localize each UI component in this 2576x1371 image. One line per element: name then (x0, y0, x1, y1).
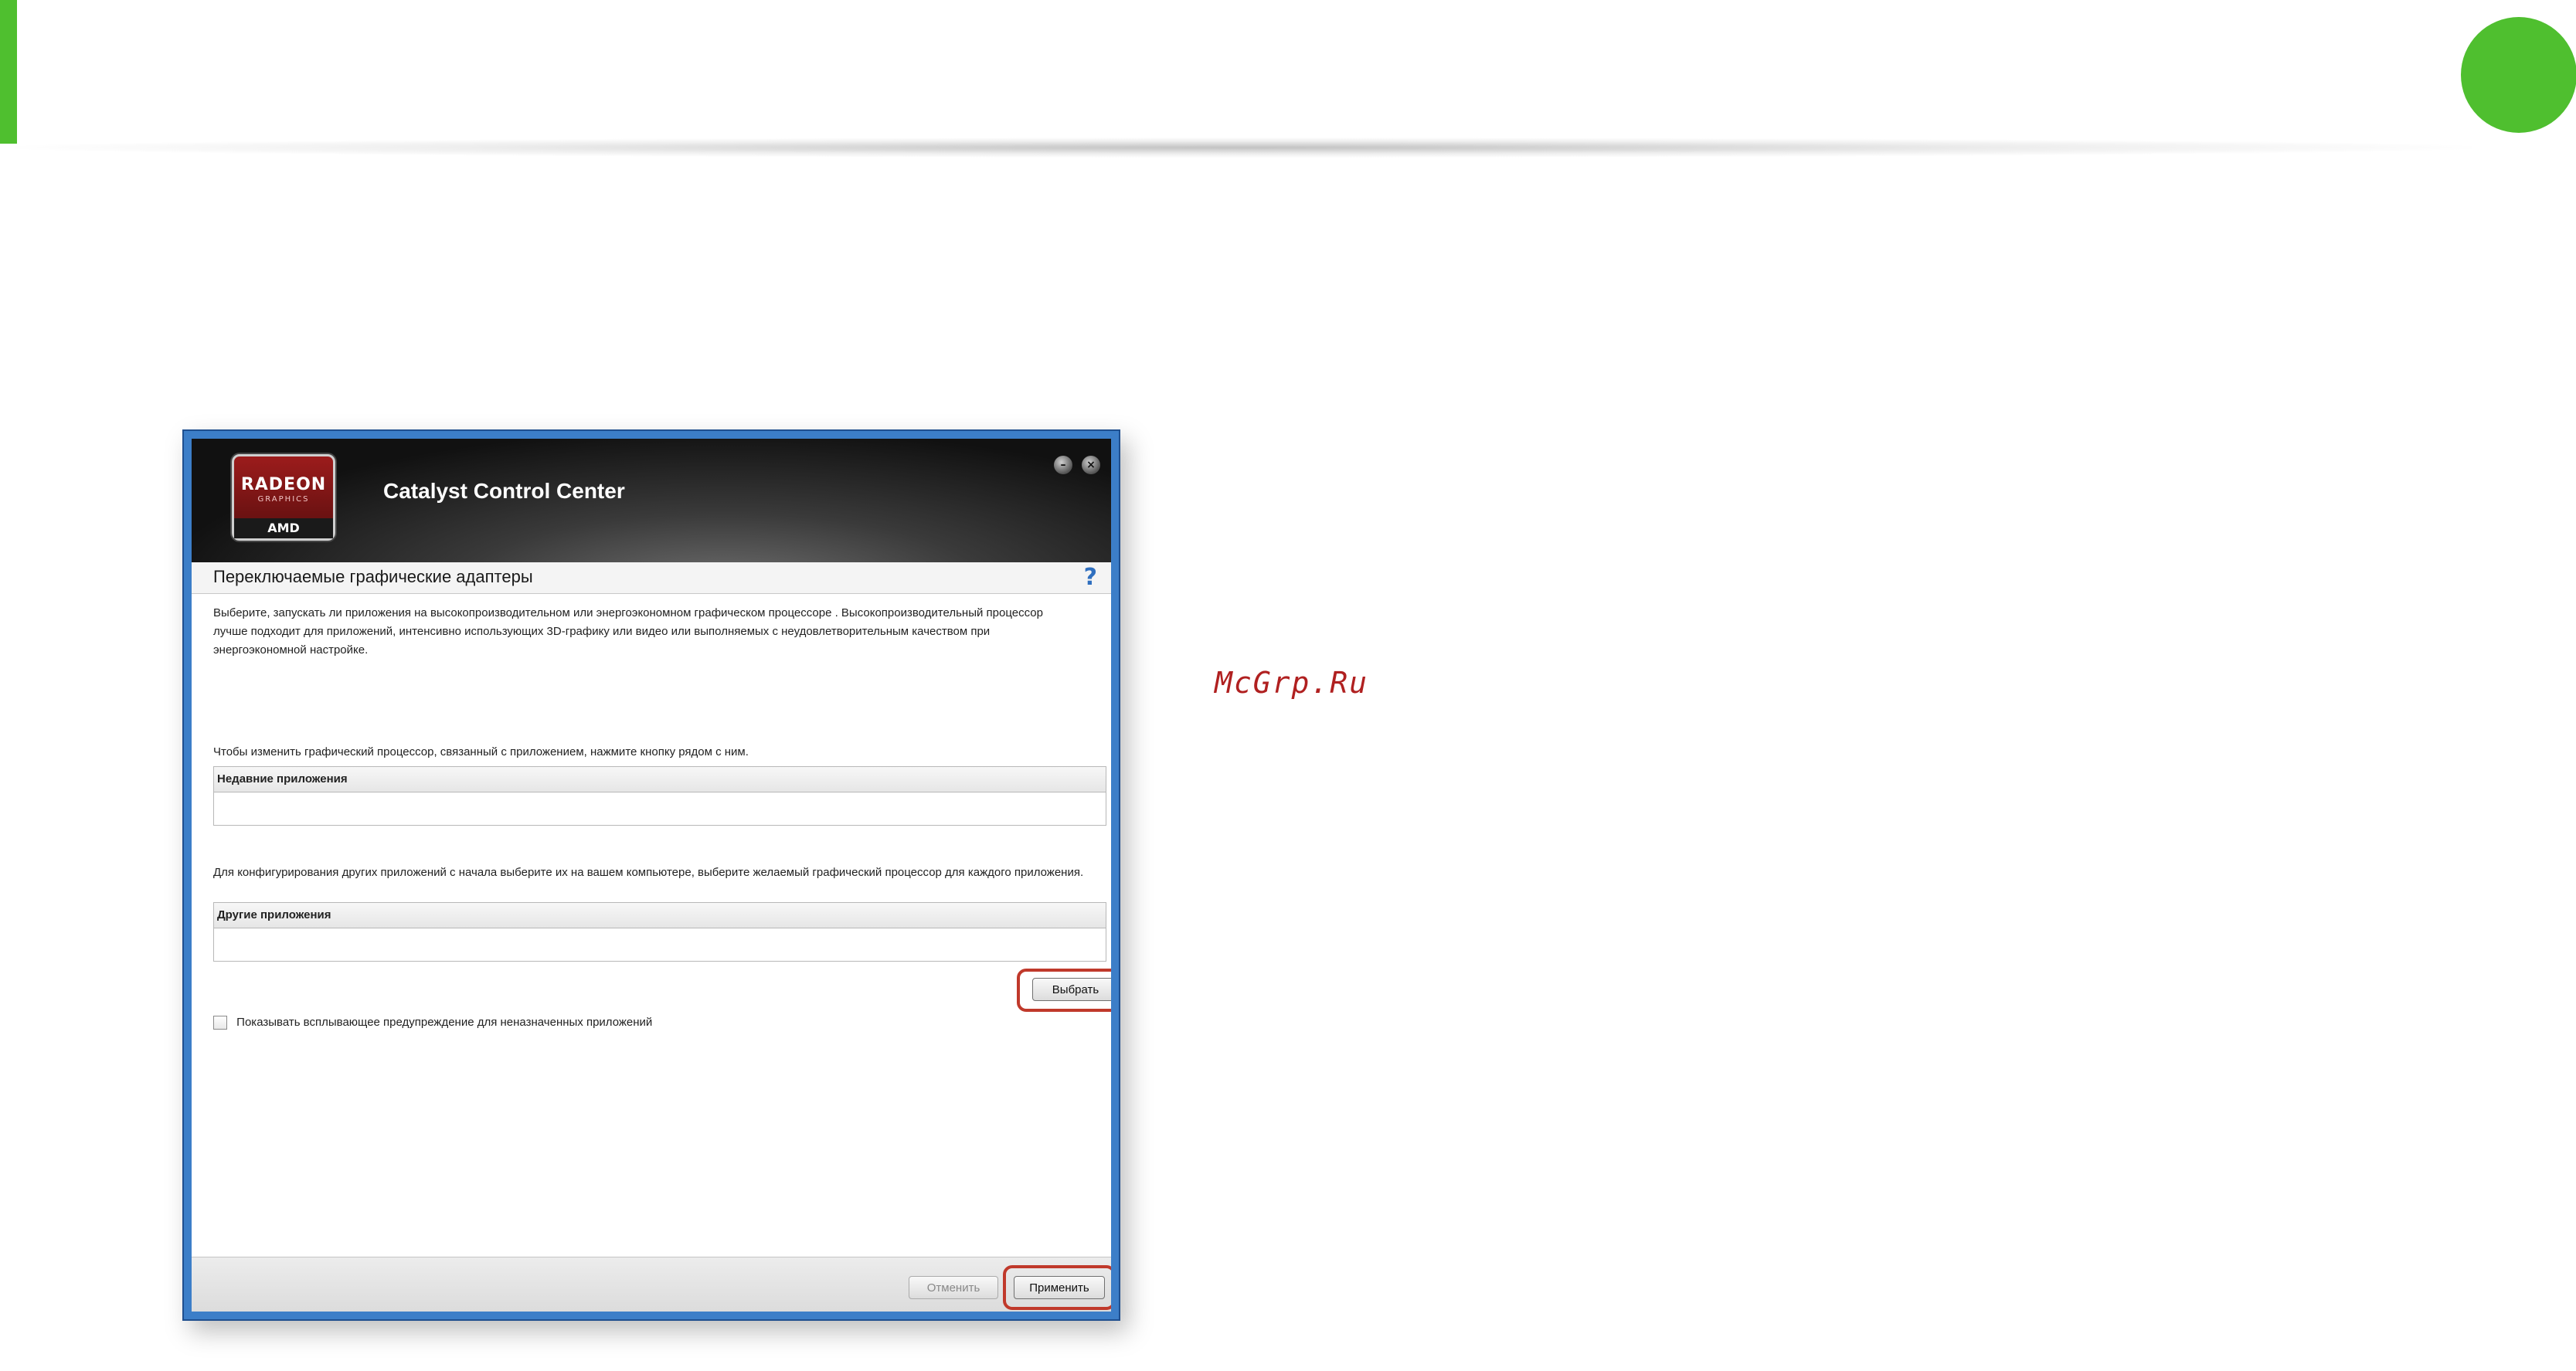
logo-graphics-text: GRAPHICS (257, 495, 310, 504)
other-apps-body[interactable] (214, 928, 1106, 961)
logo-amd-text: AMD (234, 518, 333, 538)
recent-apps-list[interactable]: Недавние приложения (213, 766, 1106, 826)
intro-text: Выберите, запускать ли приложения на выс… (213, 606, 1043, 657)
other-hint-text: Для конфигурирования других приложений с… (213, 866, 1084, 879)
select-button[interactable]: Выбрать (1032, 978, 1111, 1001)
page-header: Переключаемые графические адаптеры ? (192, 562, 1111, 594)
apply-button[interactable]: Применить (1014, 1276, 1105, 1299)
close-button[interactable]: × (1082, 456, 1100, 474)
recent-apps-header: Недавние приложения (214, 767, 1106, 792)
recent-hint-text: Чтобы изменить графический процессор, св… (213, 745, 749, 758)
cancel-button[interactable]: Отменить (909, 1276, 998, 1299)
warning-checkbox-row[interactable]: Показывать всплывающее предупреждение дл… (213, 1013, 652, 1032)
logo-radeon-text: RADEON (240, 475, 327, 494)
other-apps-header: Другие приложения (214, 903, 1106, 928)
app-title: Catalyst Control Center (383, 479, 625, 503)
page-title: Переключаемые графические адаптеры (213, 567, 533, 586)
green-circle-decoration (2461, 17, 2576, 133)
recent-apps-body[interactable] (214, 792, 1106, 825)
window-header: RADEON GRAPHICS AMD Catalyst Control Cen… (192, 439, 1111, 562)
green-accent-bar (0, 0, 17, 144)
header-divider-shadow (15, 137, 2472, 158)
warning-checkbox-label: Показывать всплывающее предупреждение дл… (236, 1016, 653, 1030)
radeon-logo: RADEON GRAPHICS AMD (232, 454, 335, 541)
minimize-button[interactable]: – (1054, 456, 1072, 474)
catalyst-window: RADEON GRAPHICS AMD Catalyst Control Cen… (182, 429, 1120, 1321)
watermark: McGrp.Ru (1215, 666, 1369, 700)
warning-checkbox[interactable] (213, 1016, 227, 1030)
help-icon[interactable]: ? (1084, 564, 1097, 591)
other-apps-list[interactable]: Другие приложения (213, 902, 1106, 962)
